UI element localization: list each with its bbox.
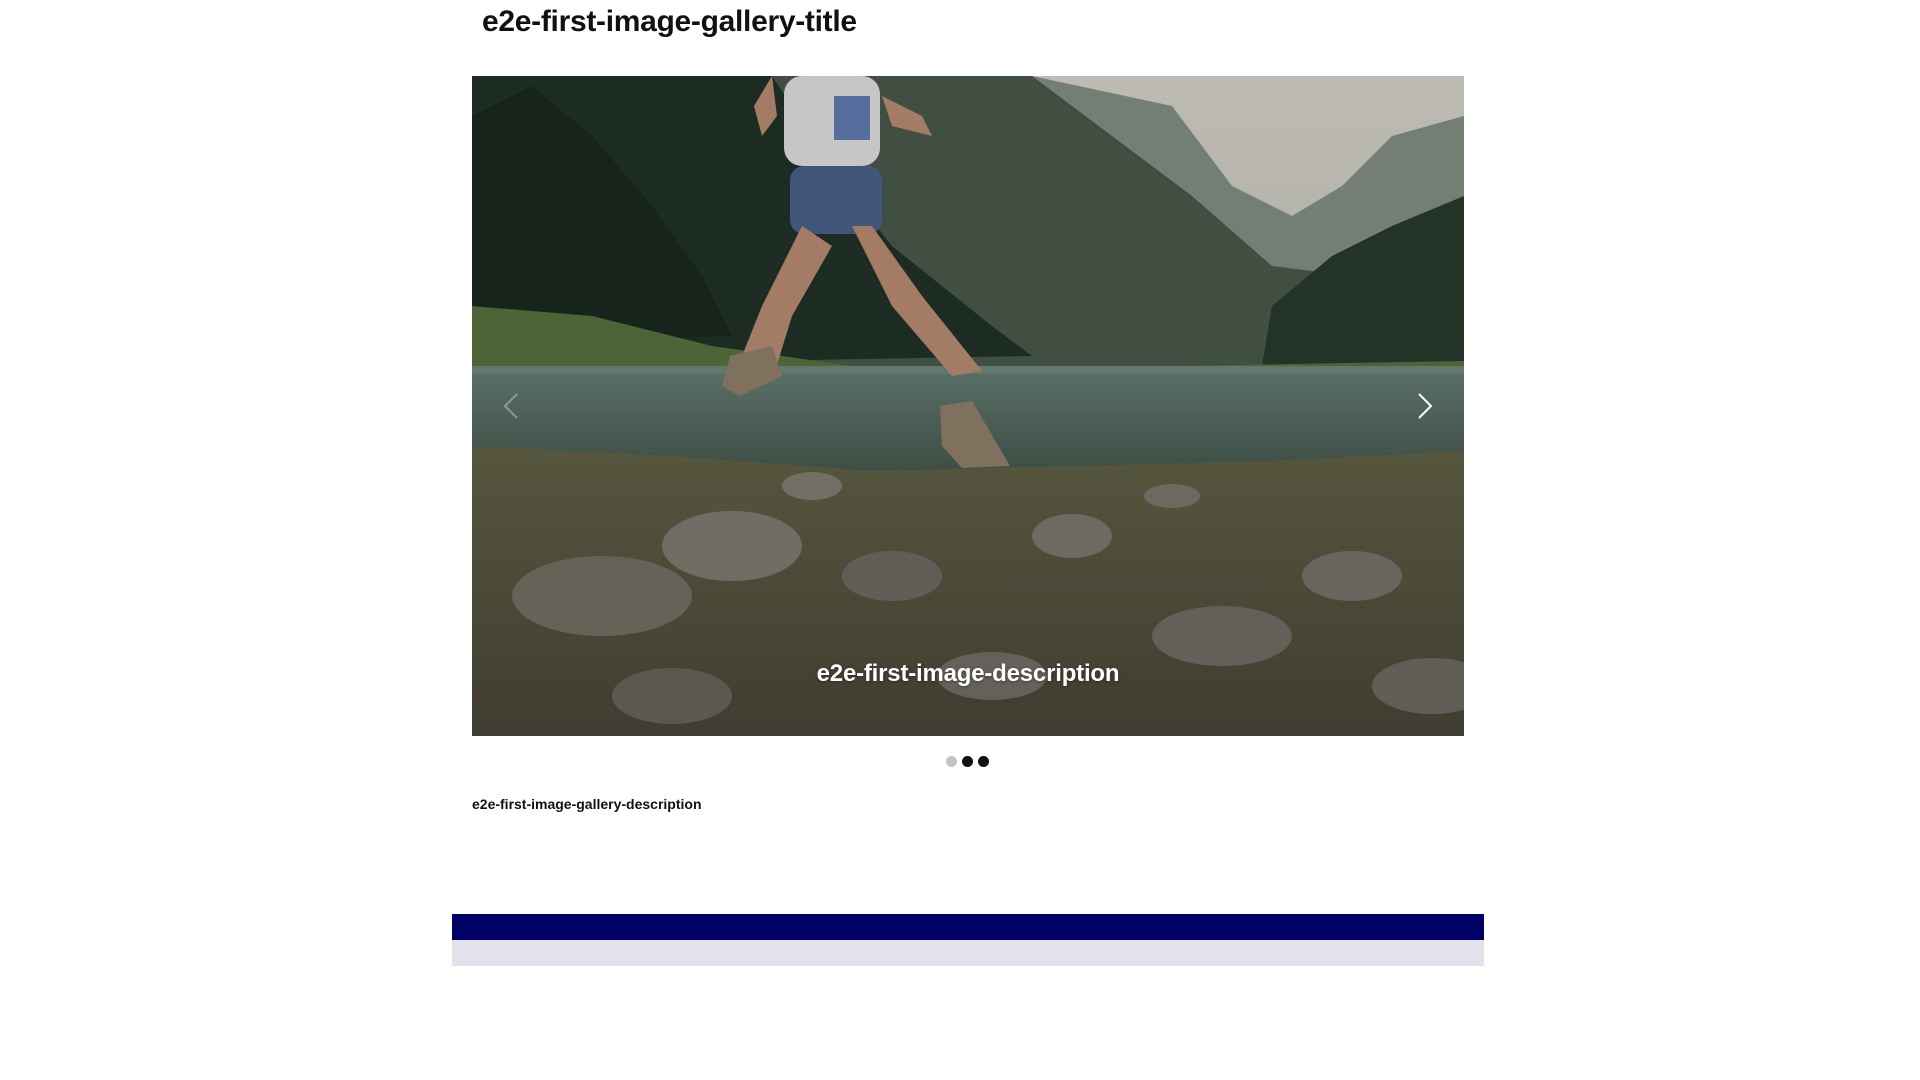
page: e2e-first-image-gallery-title e2e-first-…: [0, 0, 1920, 1080]
slide-caption: e2e-first-image-description: [816, 660, 1120, 687]
slide-indicator-3[interactable]: [978, 756, 989, 767]
slide-indicator-2[interactable]: [962, 756, 973, 767]
slide-indicator-1[interactable]: [946, 756, 957, 767]
previous-slide-button[interactable]: [494, 388, 530, 424]
chevron-right-icon: [1418, 393, 1433, 419]
gallery-description: e2e-first-image-gallery-description: [472, 796, 702, 812]
slide-indicators: [946, 756, 989, 767]
gallery-title: e2e-first-image-gallery-title: [482, 5, 857, 38]
chevron-left-icon: [503, 393, 518, 419]
image-carousel[interactable]: e2e-first-image-description: [472, 76, 1464, 736]
slide-overlay: [472, 76, 1464, 736]
footer-bar-light: [452, 940, 1484, 966]
next-slide-button[interactable]: [1406, 388, 1442, 424]
footer-bar-dark: [452, 914, 1484, 940]
